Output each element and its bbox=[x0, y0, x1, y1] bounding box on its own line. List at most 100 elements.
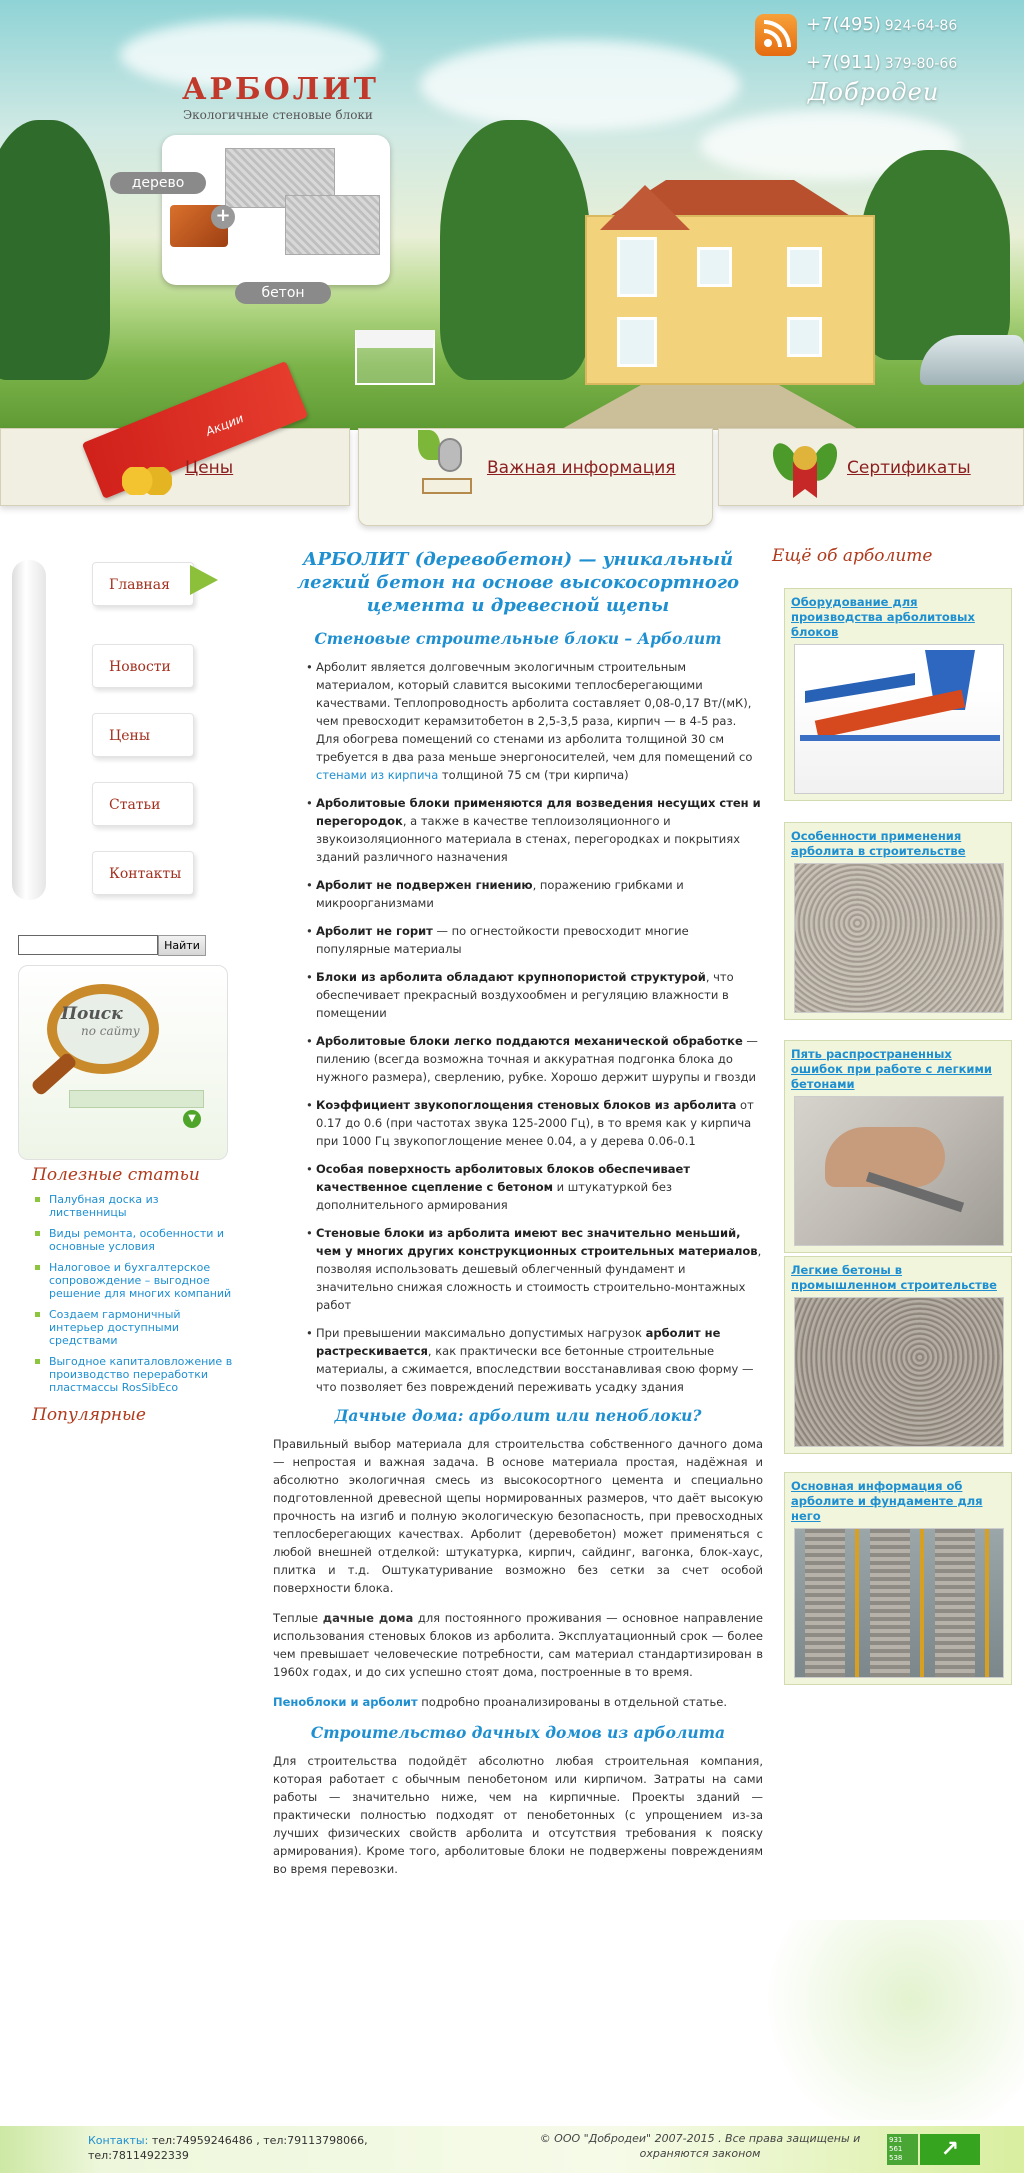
feature-bold: Арболит не подвержен гниению bbox=[316, 878, 533, 892]
related-card-link[interactable]: Основная информация об арболите и фундам… bbox=[791, 1479, 1005, 1524]
brand-logo[interactable]: Добродеи bbox=[808, 78, 939, 106]
useful-article-link[interactable]: Виды ремонта, особенности и основные усл… bbox=[35, 1227, 235, 1253]
feature-item: Коэффициент звукопоглощения стеновых бло… bbox=[306, 1096, 763, 1150]
useful-article-link[interactable]: Налоговое и бухгалтерское сопровождение … bbox=[35, 1261, 235, 1300]
concrete-label: бетон bbox=[235, 282, 331, 304]
useful-article-link[interactable]: Создаем гармоничный интерьер доступными … bbox=[35, 1308, 235, 1347]
search-banner-field bbox=[69, 1090, 204, 1108]
feature-item: Арболит не горит — по огнестойкости прев… bbox=[306, 922, 763, 958]
inline-link[interactable]: стенами из кирпича bbox=[316, 768, 438, 782]
paragraph: Для строительства подойдёт абсолютно люб… bbox=[273, 1754, 763, 1876]
menu-scroll-decoration bbox=[12, 560, 46, 900]
related-card: Пять распространенных ошибок при работе … bbox=[784, 1040, 1012, 1253]
coins-icon bbox=[122, 467, 172, 495]
menu-item-home[interactable]: Главная bbox=[92, 562, 194, 606]
header-banner: АРБОЛИТ Экологичные стеновые блоки + дер… bbox=[0, 0, 1024, 430]
nav-certificates-link[interactable]: Сертификаты bbox=[847, 458, 971, 478]
menu-item-articles[interactable]: Статьи bbox=[92, 782, 194, 826]
wood-label: дерево bbox=[110, 172, 206, 194]
more-about-heading: Ещё об арболите bbox=[772, 546, 933, 566]
concrete-block-image bbox=[285, 195, 380, 255]
window bbox=[697, 247, 732, 287]
related-card: Оборудование для производства арболитовы… bbox=[784, 588, 1012, 801]
tree bbox=[860, 150, 1010, 360]
search-banner-title: Поиск bbox=[61, 1004, 123, 1024]
search-banner-subtitle: по сайту bbox=[81, 1024, 140, 1038]
paragraph: Теплые дачные дома для постоянного прожи… bbox=[273, 1609, 763, 1681]
plus-icon: + bbox=[211, 205, 235, 229]
paragraph: Правильный выбор материала для строитель… bbox=[273, 1437, 763, 1595]
phone-1-number: 924-64-86 bbox=[884, 18, 958, 34]
feature-item: Арболит не подвержен гниению, поражению … bbox=[306, 876, 763, 912]
block-image[interactable] bbox=[794, 1297, 1004, 1447]
useful-articles-heading: Полезные статьи bbox=[32, 1165, 200, 1185]
paragraph-text: подробно проанализированы в отдельной ст… bbox=[417, 1695, 728, 1709]
feature-bold: Стеновые блоки из арболита имеют вес зна… bbox=[316, 1226, 758, 1258]
feature-list: Арболит является долговечным экологичным… bbox=[273, 658, 763, 1396]
related-card-link[interactable]: Пять распространенных ошибок при работе … bbox=[791, 1047, 1005, 1092]
useful-article-link[interactable]: Палубная доска из лиственницы bbox=[35, 1193, 235, 1219]
phone-1: +7(495) 924-64-86 bbox=[806, 14, 976, 35]
search-button[interactable]: Найти bbox=[158, 935, 206, 956]
nav-info-link[interactable]: Важная информация bbox=[487, 458, 676, 478]
wall-foundation-image[interactable] bbox=[794, 1528, 1004, 1678]
related-card: Особенности применения арболита в строит… bbox=[784, 822, 1012, 1020]
search-input[interactable] bbox=[18, 935, 158, 955]
menu-item-prices[interactable]: Цены bbox=[92, 713, 194, 757]
footer-decoration bbox=[740, 1920, 1024, 2120]
rss-icon[interactable] bbox=[755, 14, 797, 56]
window bbox=[787, 247, 822, 287]
tree bbox=[0, 120, 110, 380]
useful-articles-list: Палубная доска из лиственницы Виды ремон… bbox=[35, 1193, 235, 1402]
popular-heading: Популярные bbox=[32, 1405, 146, 1425]
leaf-icon bbox=[190, 565, 218, 595]
feature-text: Арболит является долговечным экологичным… bbox=[316, 660, 753, 764]
machine-image[interactable] bbox=[794, 644, 1004, 794]
paragraph: Пеноблоки и арболит подробно проанализир… bbox=[273, 1693, 763, 1711]
feature-bold: Арболит не горит bbox=[316, 924, 433, 938]
feature-bold: Коэффициент звукопоглощения стеновых бло… bbox=[316, 1098, 737, 1112]
cloud bbox=[420, 40, 740, 130]
related-card: Основная информация об арболите и фундам… bbox=[784, 1472, 1012, 1685]
feature-item: При превышении максимально допустимых на… bbox=[306, 1324, 763, 1396]
house bbox=[585, 215, 875, 385]
search-banner[interactable]: Поиск по сайту ▼ bbox=[18, 965, 228, 1160]
visit-counter[interactable]: 931 561 538 bbox=[887, 2134, 918, 2165]
path bbox=[560, 380, 860, 430]
article-link-foam-blocks[interactable]: Пеноблоки и арболит bbox=[273, 1695, 418, 1709]
menu-item-news[interactable]: Новости bbox=[92, 644, 194, 688]
window bbox=[617, 237, 657, 297]
feature-text: толщиной 75 см (три кирпича) bbox=[438, 768, 629, 782]
footer-contacts-label: Контакты: bbox=[88, 2134, 149, 2147]
feature-item: Арболитовые блоки легко поддаются механи… bbox=[306, 1032, 763, 1086]
footer: Контакты: тел:74959246486 , тел:79113798… bbox=[0, 2126, 1024, 2173]
block-image[interactable] bbox=[794, 863, 1004, 1013]
feature-item: Арболит является долговечным экологичным… bbox=[306, 658, 763, 784]
arrow-logo-icon[interactable]: ↗ bbox=[920, 2134, 980, 2165]
tree bbox=[440, 120, 590, 380]
car bbox=[920, 335, 1024, 385]
section-heading-construction: Строительство дачных домов из арболита bbox=[310, 1723, 726, 1742]
site-title[interactable]: АРБОЛИТ bbox=[182, 72, 379, 107]
site-subtitle: Экологичные стеновые блоки bbox=[183, 108, 373, 122]
related-card: Легкие бетоны в промышленном строительст… bbox=[784, 1256, 1012, 1454]
phone-2-code: +7(911) bbox=[806, 52, 881, 73]
related-card-link[interactable]: Легкие бетоны в промышленном строительст… bbox=[791, 1263, 1005, 1293]
related-card-link[interactable]: Оборудование для производства арболитовы… bbox=[791, 595, 1005, 640]
nav-prices-link[interactable]: Цены bbox=[185, 458, 233, 478]
useful-article-link[interactable]: Выгодное капиталовложение в производство… bbox=[35, 1355, 235, 1394]
hand-tool-image[interactable] bbox=[794, 1096, 1004, 1246]
feature-item: Стеновые блоки из арболита имеют вес зна… bbox=[306, 1224, 763, 1314]
menu-item-contacts[interactable]: Контакты bbox=[92, 851, 194, 895]
related-card-link[interactable]: Особенности применения арболита в строит… bbox=[791, 829, 1005, 859]
arrow-down-icon: ▼ bbox=[183, 1110, 201, 1128]
phone-2: +7(911) 379-80-66 bbox=[806, 52, 976, 73]
section-heading-dachnye: Дачные дома: арболит или пеноблоки? bbox=[334, 1406, 702, 1425]
microphone-icon bbox=[418, 430, 478, 502]
certificate-icon bbox=[767, 438, 843, 500]
phone-1-code: +7(495) bbox=[806, 14, 881, 35]
feature-item: Особая поверхность арболитовых блоков об… bbox=[306, 1160, 763, 1214]
paragraph-text: Теплые bbox=[273, 1611, 323, 1625]
section-heading-blocks: Стеновые строительные блоки – Арболит bbox=[314, 629, 722, 648]
window bbox=[617, 317, 657, 367]
